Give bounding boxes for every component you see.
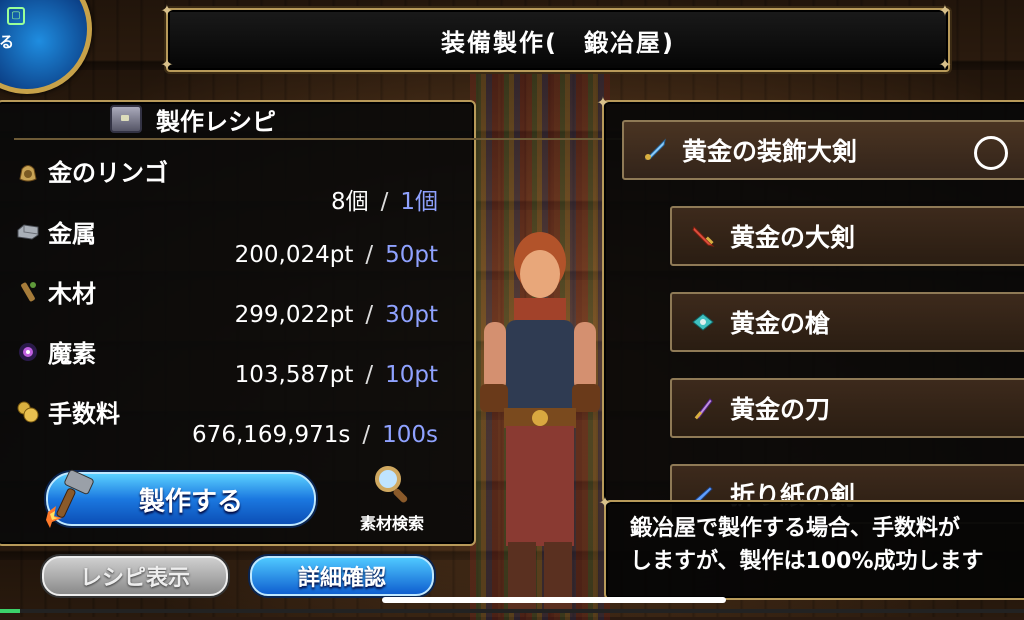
- material-have: 103,587pt: [234, 362, 354, 388]
- blacksmith-character: [480, 232, 600, 612]
- details-button[interactable]: 詳細確認: [250, 556, 434, 596]
- title-bar: 装備製作( 鍛冶屋): [166, 8, 950, 72]
- message-line: しますが、製作は100%成功します: [630, 549, 984, 574]
- menu-icon: ▢: [7, 7, 25, 25]
- coins-icon: [17, 401, 39, 422]
- home-indicator[interactable]: [382, 597, 726, 603]
- amount-separator: /: [365, 362, 374, 388]
- material-need: 50pt: [385, 242, 438, 268]
- material-name: 手数料: [48, 400, 120, 428]
- menu-badge-label: る: [0, 33, 15, 51]
- hammer-icon: [46, 469, 94, 528]
- corner-ornament-icon: ✦: [160, 1, 174, 20]
- ornate-sword-icon: [644, 138, 666, 160]
- wood-icon: [21, 281, 36, 301]
- message-line: 鍛冶屋で製作する場合、手数料が: [630, 516, 961, 541]
- material-row-fee: 手数料: [16, 394, 120, 429]
- amount-separator: /: [362, 422, 371, 448]
- magnifier-icon: [375, 466, 408, 503]
- material-name: 金属: [48, 220, 96, 248]
- material-have: 8個: [330, 189, 369, 215]
- material-name: 木材: [48, 280, 96, 308]
- show-recipe-label: レシピ表示: [79, 566, 190, 591]
- corner-ornament-icon: ✦: [160, 55, 174, 74]
- metal-ingot-icon: [17, 223, 39, 240]
- progress-fill: [0, 609, 21, 613]
- material-amount: 676,169,971s / 100s: [192, 422, 438, 448]
- material-need: 1個: [400, 189, 438, 215]
- material-search-label: 素材検索: [359, 514, 424, 533]
- selected-circle-icon: [974, 136, 1008, 170]
- material-amount: 299,022pt / 30pt: [235, 302, 438, 328]
- material-search-button[interactable]: 素材検索: [348, 464, 436, 534]
- material-have: 200,024pt: [234, 242, 354, 268]
- material-amount: 8個 / 1個: [331, 182, 438, 216]
- material-row-wood: 木材: [16, 274, 96, 309]
- amount-separator: /: [380, 189, 389, 215]
- amount-separator: /: [365, 302, 374, 328]
- item-name: 黄金の刀: [730, 395, 831, 424]
- spear-icon: [692, 313, 714, 331]
- recipe-heading-label: 製作レシピ: [156, 107, 276, 136]
- item-name: 黄金の装飾大剣: [682, 137, 858, 166]
- material-have: 299,022pt: [234, 302, 354, 328]
- progress-bar: [0, 609, 1024, 613]
- material-name: 金のリンゴ: [48, 159, 168, 187]
- make-button-label: 製作する: [138, 486, 243, 517]
- material-amount: 200,024pt / 50pt: [235, 242, 438, 268]
- material-row-magic: 魔素: [16, 334, 96, 369]
- corner-ornament-icon: ✦: [938, 1, 952, 20]
- corner-ornament-icon: ✦: [596, 93, 610, 112]
- magic-orb-icon: [19, 342, 37, 361]
- material-name: 魔素: [48, 340, 96, 368]
- list-item[interactable]: 黄金の大剣: [670, 206, 1024, 266]
- list-item[interactable]: 黄金の装飾大剣: [622, 120, 1024, 180]
- katana-icon: [694, 398, 713, 420]
- treasure-chest-icon: [110, 105, 142, 133]
- material-need: 30pt: [385, 302, 438, 328]
- page-title: 装備製作( 鍛冶屋): [441, 28, 675, 57]
- list-item[interactable]: 黄金の槍: [670, 292, 1024, 352]
- material-need: 10pt: [385, 362, 438, 388]
- amount-separator: /: [365, 242, 374, 268]
- material-have: 676,169,971s: [192, 422, 351, 448]
- message-box: 鍛冶屋で製作する場合、手数料が しますが、製作は100%成功します: [604, 500, 1024, 600]
- material-amount: 103,587pt / 10pt: [235, 362, 438, 388]
- item-name: 黄金の大剣: [730, 223, 856, 252]
- corner-ornament-icon: ✦: [598, 493, 612, 512]
- greatsword-icon: [692, 226, 715, 247]
- item-name: 黄金の槍: [730, 309, 831, 338]
- apple-bag-icon: [19, 164, 37, 181]
- show-recipe-button[interactable]: レシピ表示: [42, 556, 228, 596]
- details-label: 詳細確認: [297, 566, 386, 591]
- material-row-metal: 金属: [16, 214, 96, 249]
- material-row-apple: 金のリンゴ: [16, 153, 168, 188]
- recipe-heading: 製作レシピ: [110, 101, 276, 137]
- list-item[interactable]: 黄金の刀: [670, 378, 1024, 438]
- corner-ornament-icon: ✦: [938, 55, 952, 74]
- material-need: 100s: [382, 422, 438, 448]
